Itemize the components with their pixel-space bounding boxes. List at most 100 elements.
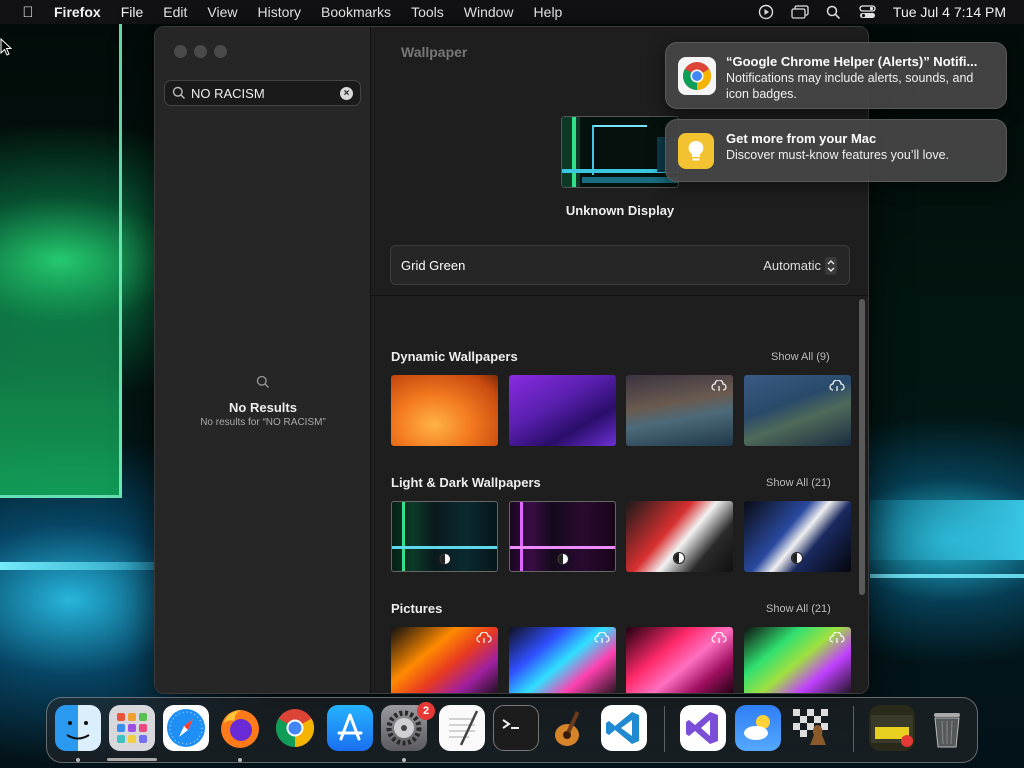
search-input[interactable] [191, 85, 331, 101]
scrollbar[interactable] [859, 299, 865, 595]
chrome-icon[interactable] [272, 705, 318, 751]
light-dark-badge-icon [673, 552, 685, 564]
dock-separator [853, 706, 854, 752]
wallpaper-glow-line-right [870, 574, 1024, 578]
notification-chrome[interactable]: “Google Chrome Helper (Alerts)” Notifi..… [665, 42, 1007, 109]
hover-indicator [107, 758, 157, 761]
wallpaper-glow-cyan-right [870, 500, 1024, 560]
menubar-datetime[interactable]: Tue Jul 4 7:14 PM [893, 4, 1006, 20]
notification-body: Discover must-know features you’ll love. [726, 148, 949, 162]
divider [371, 295, 868, 296]
show-all-light-dark-button[interactable]: Show All (21) [766, 477, 831, 489]
wallpaper-thumbnail[interactable] [391, 375, 498, 446]
dock-separator [664, 706, 665, 752]
notification-badge: 2 [417, 702, 435, 720]
control-center-icon[interactable] [859, 5, 877, 19]
running-indicator [238, 758, 242, 762]
menu-view[interactable]: View [207, 4, 237, 20]
search-field[interactable]: × [164, 80, 361, 106]
wallpaper-thumbnail[interactable] [626, 501, 733, 572]
window-minimize-button[interactable] [194, 45, 207, 58]
cloud-download-icon [711, 632, 727, 643]
garageband-icon[interactable] [547, 705, 593, 751]
downloads-folder-icon[interactable] [869, 705, 915, 751]
window-close-button[interactable] [174, 45, 187, 58]
terminal-icon[interactable] [493, 705, 539, 751]
menu-file[interactable]: File [121, 4, 144, 20]
wallpaper-list: Dynamic Wallpapers Show All (9) Light & … [371, 297, 868, 693]
wallpaper-glow-cyan-left [0, 562, 154, 570]
section-title-pictures: Pictures [391, 601, 443, 616]
firefox-icon[interactable] [217, 705, 263, 751]
wallpaper-thumbnail[interactable] [509, 627, 616, 693]
clear-search-icon[interactable]: × [340, 87, 353, 100]
chrome-icon [678, 57, 716, 95]
display-preview[interactable] [561, 116, 679, 188]
textedit-icon[interactable] [439, 705, 485, 751]
appearance-mode-select[interactable]: Automatic [763, 258, 821, 273]
mouse-pointer-icon [0, 37, 13, 61]
menu-bar:  Firefox File Edit View History Bookmar… [0, 0, 1024, 24]
notification-title: Get more from your Mac [726, 131, 877, 146]
wallpaper-thumbnail[interactable] [744, 627, 851, 693]
cloud-download-icon [711, 380, 727, 391]
wallpaper-thumbnail[interactable] [626, 375, 733, 446]
visual-studio-icon[interactable] [680, 705, 726, 751]
play-circle-icon[interactable] [757, 4, 775, 20]
safari-icon[interactable] [163, 705, 209, 751]
wallpaper-thumbnail[interactable] [626, 627, 733, 693]
window-zoom-button[interactable] [214, 45, 227, 58]
menu-window[interactable]: Window [464, 4, 514, 20]
section-title-dynamic: Dynamic Wallpapers [391, 349, 518, 364]
current-wallpaper-row: Grid Green Automatic [390, 245, 850, 285]
light-dark-badge-icon [791, 552, 803, 564]
trash-icon[interactable] [924, 705, 970, 751]
wallpaper-thumbnail[interactable] [744, 501, 851, 572]
menu-edit[interactable]: Edit [163, 4, 187, 20]
notification-tips[interactable]: Get more from your Mac Discover must-kno… [665, 119, 1007, 182]
light-dark-badge-icon [439, 553, 451, 565]
search-icon [172, 86, 186, 100]
no-results-subtitle: No results for “NO RACISM” [200, 417, 326, 428]
apple-menu-icon[interactable]:  [18, 4, 38, 21]
vscode-icon[interactable] [601, 705, 647, 751]
finder-icon[interactable] [55, 705, 101, 751]
cloud-download-icon [829, 380, 845, 391]
wallpaper-thumbnail[interactable] [391, 501, 498, 572]
cloud-download-icon [476, 632, 492, 643]
spotlight-search-icon[interactable] [825, 5, 843, 19]
notification-title: “Google Chrome Helper (Alerts)” Notifi..… [726, 54, 978, 69]
menu-tools[interactable]: Tools [411, 4, 444, 20]
notification-body: Notifications may include alerts, sounds… [726, 71, 974, 101]
search-icon [256, 375, 269, 388]
wallpaper-glow-green [0, 24, 122, 498]
dock: 2 [46, 697, 978, 763]
running-indicator [402, 758, 406, 762]
chess-icon[interactable] [789, 705, 835, 751]
menu-bookmarks[interactable]: Bookmarks [321, 4, 391, 20]
cloud-download-icon [594, 632, 610, 643]
menu-help[interactable]: Help [534, 4, 563, 20]
settings-sidebar: × No Results No results for “NO RACISM” [155, 27, 371, 693]
current-wallpaper-name: Grid Green [401, 257, 466, 273]
app-store-icon[interactable] [327, 705, 373, 751]
launchpad-icon[interactable] [109, 705, 155, 751]
weather-icon[interactable] [735, 705, 781, 751]
menu-history[interactable]: History [257, 4, 301, 20]
wallpaper-thumbnail[interactable] [509, 501, 616, 572]
page-title: Wallpaper [401, 44, 468, 60]
wallpaper-thumbnail[interactable] [509, 375, 616, 446]
cloud-download-icon [829, 632, 845, 643]
wallpaper-thumbnail[interactable] [391, 627, 498, 693]
no-results-panel: No Results No results for “NO RACISM” [155, 375, 371, 428]
display-label: Unknown Display [565, 203, 675, 218]
section-title-light-dark: Light & Dark Wallpapers [391, 475, 541, 490]
chevron-up-down-icon[interactable] [825, 257, 837, 275]
show-all-pictures-button[interactable]: Show All (21) [766, 603, 831, 615]
running-indicator [76, 758, 80, 762]
wallpaper-thumbnail[interactable] [744, 375, 851, 446]
menu-app-name[interactable]: Firefox [54, 4, 101, 20]
tips-icon [678, 133, 714, 169]
show-all-dynamic-button[interactable]: Show All (9) [771, 351, 830, 363]
screen-mirroring-icon[interactable] [791, 5, 809, 19]
